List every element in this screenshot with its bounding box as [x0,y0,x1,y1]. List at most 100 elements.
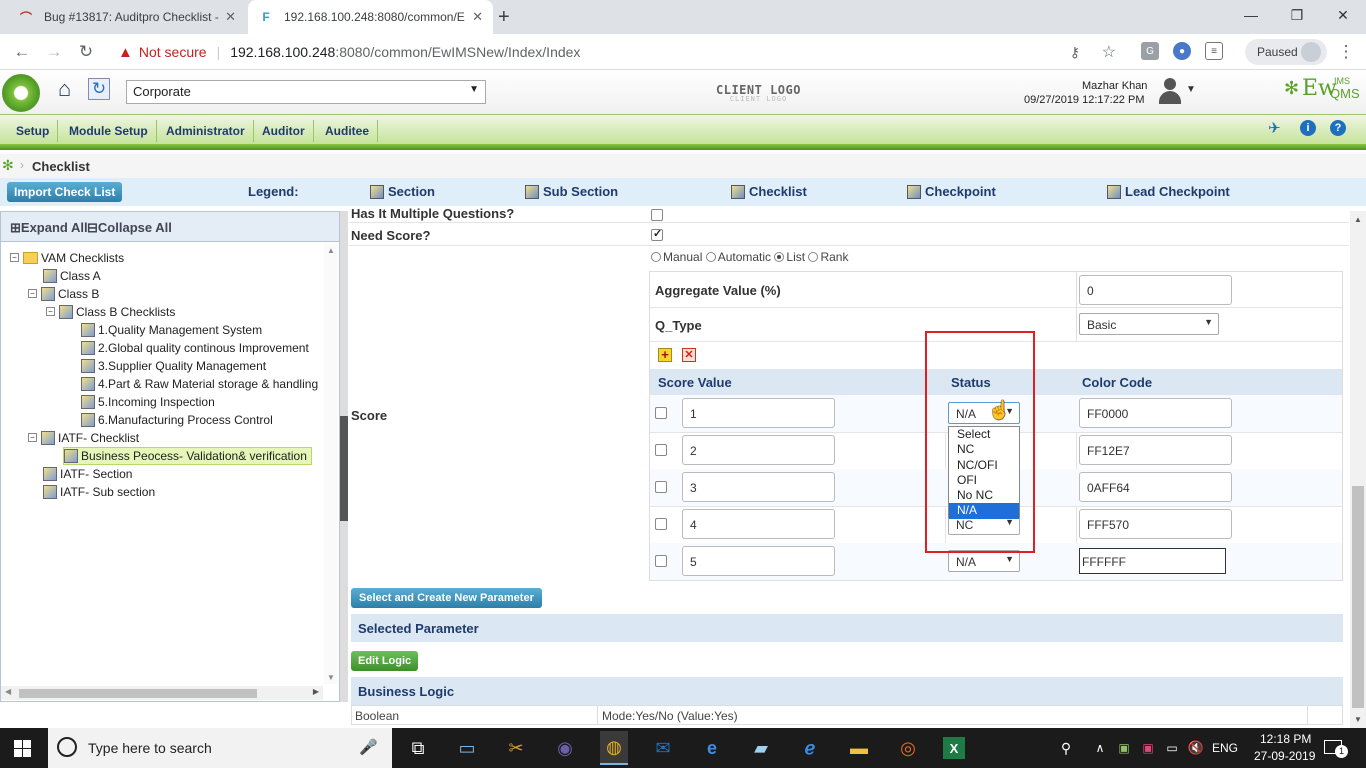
row-select-checkbox[interactable] [655,555,667,567]
color-code-input[interactable]: FF0000 [1079,398,1232,428]
app-excel-icon[interactable]: X [943,737,965,759]
notification-center-icon[interactable]: 1 [1324,740,1348,758]
tree-node-class-b[interactable]: − Class B [28,285,99,302]
close-window-button[interactable]: ✕ [1320,0,1366,30]
status-option[interactable]: No NC [949,488,1019,503]
windows-start-icon[interactable] [14,740,31,757]
extension-doc-icon[interactable]: ≡ [1205,42,1223,60]
clock-time[interactable]: 12:18 PM [1260,732,1311,746]
app-notes-icon[interactable]: ▰ [747,734,775,762]
reload-icon[interactable]: ↻ [74,40,98,64]
tree-node-checkpoint[interactable]: 3.Supplier Quality Management [81,357,266,374]
score-value-input[interactable]: 2 [682,435,835,465]
app-edge-icon[interactable]: e [698,734,726,762]
language-indicator[interactable]: ENG [1212,741,1238,755]
company-select[interactable]: Corporate ▼ [126,80,486,104]
tab-bug-tracker[interactable]: ⌒ Bug #13817: Auditpro Checklist - ✕ [8,0,246,34]
status-option-highlighted[interactable]: N/A [949,503,1019,519]
menu-auditee[interactable]: Auditee [317,120,379,142]
home-icon[interactable]: ⌂ [58,78,82,102]
import-checklist-button[interactable]: Import Check List [7,182,123,202]
tree-node-checkpoint[interactable]: 1.Quality Management System [81,321,262,338]
row-select-checkbox[interactable] [655,518,667,530]
tree-node-iatf-section[interactable]: IATF- Section [43,465,132,482]
add-row-icon[interactable]: + [658,348,672,362]
tree-node-selected-checkpoint[interactable]: Business Peocess- Validation& verificati… [63,447,312,465]
back-icon[interactable]: ← [10,40,34,64]
tree-node-class-b-checklists[interactable]: − Class B Checklists [46,303,175,320]
select-create-parameter-button[interactable]: Select and Create New Parameter [351,588,542,608]
edit-logic-button[interactable]: Edit Logic [351,651,419,671]
need-score-checkbox[interactable] [651,227,663,241]
forward-icon[interactable]: → [42,40,66,64]
minimize-button[interactable]: — [1228,0,1274,30]
score-mode-list[interactable]: List [774,250,805,264]
score-value-input[interactable]: 3 [682,472,835,502]
tab-ewims[interactable]: F 192.168.100.248:8080/common/E ✕ [248,0,493,34]
menu-administrator[interactable]: Administrator [158,120,254,142]
menu-module-setup[interactable]: Module Setup [61,120,157,142]
app-ie-icon[interactable]: ℯ [796,734,824,762]
status-option[interactable]: NC [949,442,1019,457]
volume-muted-icon[interactable]: 🔇 [1182,734,1210,762]
score-value-input[interactable]: 4 [682,509,835,539]
menu-setup[interactable]: Setup [8,120,59,142]
tree-horizontal-scrollbar[interactable]: ◀ ▶ [1,686,323,700]
microphone-icon[interactable]: 🎤 [359,738,378,756]
clock-date[interactable]: 27-09-2019 [1254,749,1315,763]
status-select[interactable]: N/A ▼ [948,550,1020,572]
score-mode-rank[interactable]: Rank [808,250,848,264]
row-select-checkbox[interactable] [655,407,667,419]
panel-splitter[interactable] [340,211,348,702]
profile-paused-button[interactable]: Paused [1245,39,1327,65]
close-tab-icon[interactable]: ✕ [472,9,483,25]
new-tab-button[interactable]: + [498,0,522,34]
content-vertical-scrollbar[interactable]: ▲ ▼ [1350,211,1366,728]
close-tab-icon[interactable]: ✕ [225,9,236,25]
extension-g-icon[interactable]: G [1141,42,1159,60]
color-code-input[interactable]: FFF570 [1079,509,1232,539]
collapse-toggle-icon[interactable]: − [28,433,37,442]
user-menu-chevron-icon[interactable]: ▼ [1186,84,1196,95]
app-outlook-icon[interactable]: ✉ [649,734,677,762]
status-option[interactable]: NC/OFI [949,458,1019,473]
pin-icon[interactable]: ✈ [1268,119,1281,137]
multi-questions-checkbox[interactable] [651,209,663,221]
aggregate-value-input[interactable]: 0 [1079,275,1232,305]
bookmark-star-icon[interactable]: ☆ [1102,42,1116,62]
color-code-input[interactable]: FFFFFF [1079,548,1226,574]
tree-node-checkpoint[interactable]: 6.Manufacturing Process Control [81,411,273,428]
app-tools-icon[interactable]: ✂ [502,734,530,762]
menu-auditor[interactable]: Auditor [254,120,314,142]
people-icon[interactable]: ⚲ [1052,734,1080,762]
user-avatar-icon[interactable] [1156,76,1184,106]
info-icon[interactable]: i [1300,120,1316,136]
score-value-input[interactable]: 1 [682,398,835,428]
color-code-input[interactable]: FF12E7 [1079,435,1232,465]
tree-node-iatf-checklist[interactable]: − IATF- Checklist [28,429,139,446]
tree-node-class-a[interactable]: Class A [43,267,101,284]
app-logo-icon[interactable] [2,74,40,112]
refresh-icon[interactable]: ↻ [88,78,110,100]
collapse-toggle-icon[interactable]: − [46,307,55,316]
collapse-toggle-icon[interactable]: − [28,289,37,298]
taskbar-search-box[interactable]: Type here to search 🎤 [48,728,392,768]
status-dropdown-list[interactable]: Select NC NC/OFI OFI No NC N/A [948,426,1020,519]
color-code-input[interactable]: 0AFF64 [1079,472,1232,502]
breadcrumb-checklist[interactable]: Checklist [32,159,90,174]
expand-all-button[interactable]: ⊞Expand All [10,220,88,236]
collapse-toggle-icon[interactable]: − [10,253,19,262]
tree-node-checkpoint[interactable]: 4.Part & Raw Material storage & handling… [81,375,321,392]
tree-node-iatf-sub-section[interactable]: IATF- Sub section [43,483,155,500]
score-value-input[interactable]: 5 [682,546,835,576]
app-explorer-icon[interactable]: ▭ [453,734,481,762]
score-mode-manual[interactable]: Manual [651,250,702,264]
task-view-icon[interactable]: ⧉ [404,734,432,762]
tree-node-checkpoint[interactable]: 2.Global quality continous Improvement [81,339,309,356]
app-eclipse-icon[interactable]: ◉ [551,734,579,762]
status-option[interactable]: Select [949,427,1019,442]
tree-node-checkpoint[interactable]: 5.Incoming Inspection [81,393,215,410]
delete-row-icon[interactable]: ✕ [682,348,696,362]
app-firefox-icon[interactable]: ◎ [894,734,922,762]
row-select-checkbox[interactable] [655,481,667,493]
